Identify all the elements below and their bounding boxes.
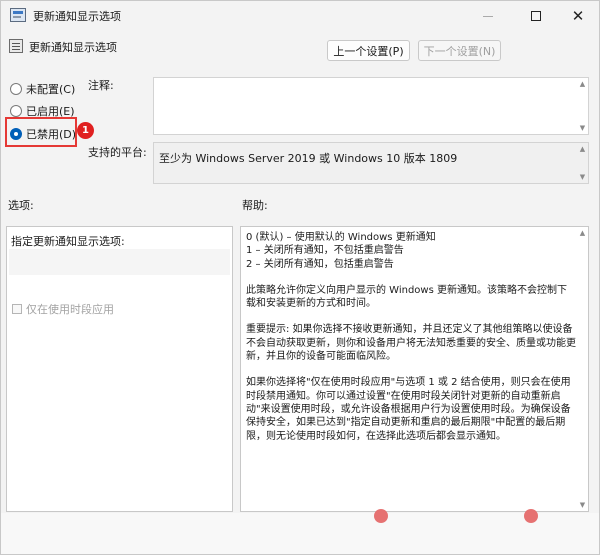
next-setting-button[interactable]: 下一个设置(N) [418,40,501,61]
step-badge-faded [374,509,388,523]
scroll-down-icon: ▼ [579,501,586,509]
policy-editor-window: 更新通知显示选项 ✕ 更新通知显示选项 上一个设置(P) 下一个设置(N) 未配… [0,0,600,555]
window-title: 更新通知显示选项 [33,10,121,23]
help-panel: 0 (默认) – 使用默认的 Windows 更新通知 1 – 关闭所有通知，不… [240,226,589,512]
maximize-icon [531,11,541,21]
comment-textbox[interactable]: ▲ ▼ [153,77,589,135]
bottom-button-area [1,513,599,554]
policy-app-icon [10,8,26,22]
radio-label: 未配置(C) [26,83,76,96]
help-paragraph: 如果你选择将"仅在使用时段应用"与选项 1 或 2 结合使用，则只会在使用时段禁… [246,377,571,442]
help-label: 帮助: [242,199,268,212]
maximize-button[interactable] [514,1,558,31]
update-notification-option-label: 指定更新通知显示选项: [11,235,125,248]
minimize-button[interactable] [466,1,510,31]
platform-scrollbar[interactable]: ▲ ▼ [577,143,588,183]
platform-label: 支持的平台: [88,146,147,159]
active-hours-checkbox[interactable] [12,304,22,314]
highlight-annotation [5,117,77,147]
help-paragraph: 此策略允许你定义向用户显示的 Windows 更新通知。该策略不会控制下载和安装… [246,284,567,310]
update-notification-option-dropdown[interactable] [9,249,230,275]
scroll-up-icon: ▲ [579,145,586,153]
comment-label: 注释: [88,79,114,92]
title-bar: 更新通知显示选项 ✕ [1,1,599,31]
close-icon: ✕ [571,7,585,25]
radio-circle [10,83,22,95]
scroll-up-icon: ▲ [579,229,586,237]
scroll-up-icon: ▲ [579,80,586,88]
platform-value: 至少为 Windows Server 2019 或 Windows 10 版本 … [159,152,458,165]
scroll-down-icon: ▼ [579,173,586,181]
policy-setting-icon [9,39,23,53]
scroll-down-icon: ▼ [579,124,586,132]
active-hours-checkbox-label: 仅在使用时段应用 [26,303,114,316]
close-button[interactable]: ✕ [556,1,600,31]
policy-name: 更新通知显示选项 [29,41,117,54]
help-text: 0 (默认) – 使用默认的 Windows 更新通知 1 – 关闭所有通知，不… [246,231,576,456]
radio-not-configured[interactable]: 未配置(C) [10,81,75,97]
help-line: 0 (默认) – 使用默认的 Windows 更新通知 [246,232,436,243]
radio-circle [10,105,22,117]
options-panel: 指定更新通知显示选项: 仅在使用时段应用 [6,226,233,512]
platform-textbox: 至少为 Windows Server 2019 或 Windows 10 版本 … [153,142,589,184]
help-line: 2 – 关闭所有通知，包括重启警告 [246,258,394,270]
previous-setting-button[interactable]: 上一个设置(P) [327,40,410,61]
help-line: 1 – 关闭所有通知，不包括重启警告 [246,245,404,257]
help-paragraph: 重要提示: 如果你选择不接收更新通知，并且还定义了其他组策略以使设备不会自动获取… [246,324,576,363]
minimize-icon [483,15,493,17]
step-badge: 1 [77,122,94,139]
comment-scrollbar[interactable]: ▲ ▼ [577,78,588,134]
active-hours-checkbox-row[interactable]: 仅在使用时段应用 [12,301,114,317]
options-label: 选项: [8,199,34,212]
step-badge-faded [524,509,538,523]
help-scrollbar[interactable]: ▲ ▼ [577,227,588,511]
